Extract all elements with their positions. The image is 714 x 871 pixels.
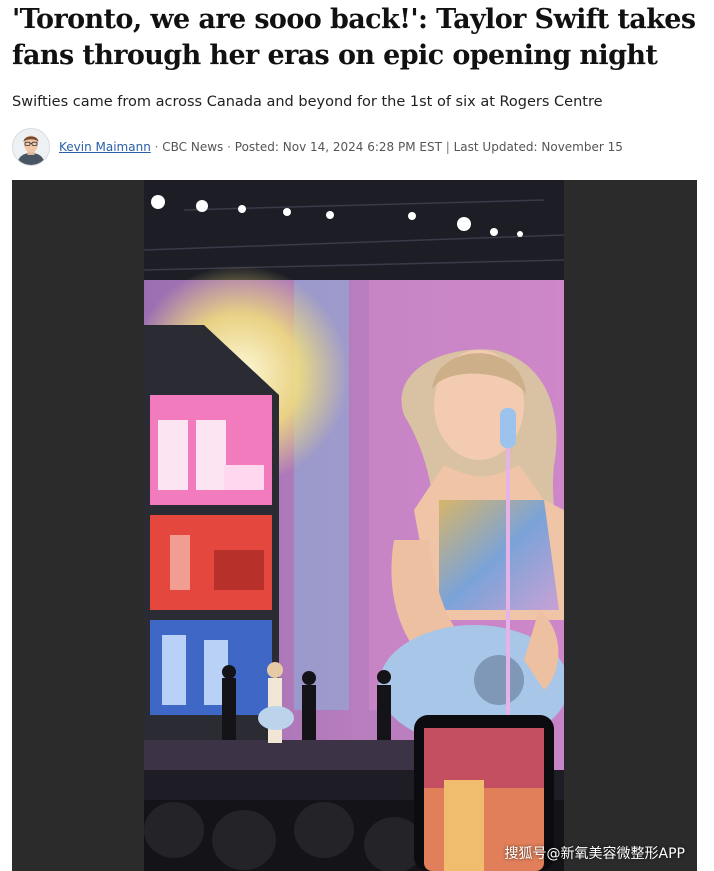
article-deck: Swifties came from across Canada and bey… <box>12 94 603 110</box>
author-portrait-icon <box>13 129 49 165</box>
author-avatar[interactable] <box>12 128 50 166</box>
byline-separator: | <box>445 140 454 154</box>
author-link[interactable]: Kevin Maimann <box>59 140 151 154</box>
concert-scene-image <box>144 180 564 871</box>
byline: Kevin Maimann · CBC News · Posted: Nov 1… <box>12 128 702 166</box>
posted-date: Posted: Nov 14, 2024 6:28 PM EST <box>234 140 442 154</box>
concert-video-frame[interactable] <box>144 180 564 871</box>
watermark-text: 搜狐号@新氧美容微整形APP <box>504 846 685 862</box>
byline-separator: · <box>227 140 235 154</box>
updated-date: Last Updated: November 15 <box>453 140 623 154</box>
article-headline: 'Toronto, we are sooo back!': Taylor Swi… <box>12 4 696 71</box>
article-media[interactable]: 搜狐号@新氧美容微整形APP <box>12 180 697 871</box>
outlet-name: CBC News <box>162 140 224 154</box>
byline-text: Kevin Maimann · CBC News · Posted: Nov 1… <box>59 140 623 154</box>
